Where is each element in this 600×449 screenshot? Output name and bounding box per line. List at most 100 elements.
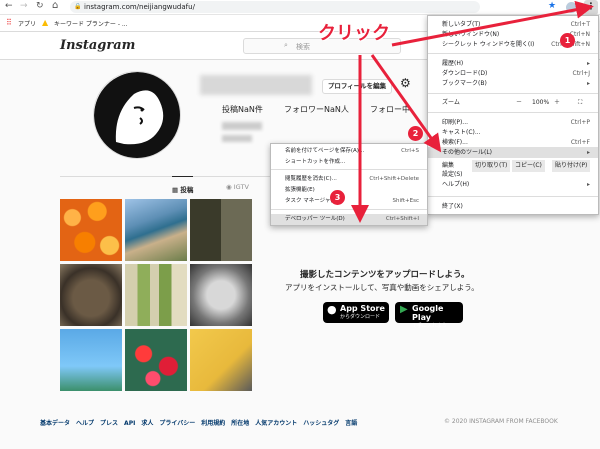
search-icon: ⌕	[284, 41, 288, 49]
menu-item-shortcut: ▸	[586, 181, 590, 188]
footer-link[interactable]: 利用規約	[201, 420, 225, 427]
submenu-item-label: ショートカットを作成...	[285, 159, 346, 165]
settings-gear-icon[interactable]: ⚙	[400, 76, 411, 90]
apps-label[interactable]: アプリ	[18, 19, 36, 28]
tab-igtv[interactable]: ◉ IGTV	[226, 183, 249, 191]
footer-link[interactable]: 所在地	[231, 420, 249, 427]
menu-separator	[428, 196, 598, 197]
forward-icon[interactable]: →	[20, 1, 28, 11]
menu-item-label: 終了(X)	[442, 203, 463, 210]
bookmark-item[interactable]: キーワード プランナー - ...	[54, 19, 128, 28]
footer-link[interactable]: ハッシュタグ	[303, 420, 339, 427]
apple-icon: ●	[327, 303, 337, 316]
submenu-item-label: デベロッパー ツール(D)	[285, 216, 345, 222]
zoom-minus-button[interactable]: －	[516, 97, 522, 109]
chrome-menu-item[interactable]: その他のツール(L) ▸	[428, 147, 598, 158]
menu-item-label: シークレット ウィンドウを開く(I)	[442, 41, 535, 48]
fullscreen-icon[interactable]: ⛶	[578, 97, 582, 109]
footer-link[interactable]: 求人	[141, 420, 153, 427]
upload-title: 撮影したコンテンツをアップロードしよう。	[300, 270, 470, 280]
photo-grid	[60, 199, 252, 391]
chrome-menu-item[interactable]: ブックマーク(B) ▸	[428, 78, 598, 89]
photo-baby[interactable]	[190, 264, 252, 326]
menu-separator	[271, 169, 427, 170]
edit-profile-button[interactable]: プロフィールを編集	[322, 79, 392, 94]
click-annotation: クリック	[318, 23, 390, 44]
zoom-value: 100%	[532, 99, 550, 106]
menu-item-shortcut: ▸	[586, 80, 590, 87]
star-icon[interactable]: ★	[548, 1, 556, 11]
footer-link[interactable]: 基本データ	[40, 420, 70, 427]
apps-icon[interactable]: ⠿	[6, 18, 12, 27]
appstore-sub: からダウンロード	[340, 314, 381, 320]
submenu-item-label: 拡張機能(E)	[285, 187, 315, 193]
chrome-menu-item[interactable]: 終了(X)	[428, 201, 598, 212]
menu-item-label: 設定(S)	[442, 171, 463, 178]
profile-avatar[interactable]	[566, 2, 577, 13]
photo-booth[interactable]	[190, 199, 252, 261]
ig-logo[interactable]: Instagram	[60, 38, 135, 53]
submenu-item-label: 閲覧履歴を消去(C)...	[285, 176, 337, 182]
photo-cactus[interactable]	[125, 264, 187, 326]
google-play-button[interactable]: ▶ Google Play で手に入れよう	[395, 302, 463, 329]
submenu-item[interactable]: 名前を付けてページを保存(A)... Ctrl+S	[271, 146, 427, 157]
gplay-sub: で手に入れよう	[412, 323, 448, 329]
submenu-item-shortcut: Shift+Esc	[392, 198, 419, 204]
search-placeholder: 検索	[296, 43, 310, 51]
profile-picture[interactable]	[93, 71, 181, 159]
footer-link[interactable]: プライバシー	[159, 420, 195, 427]
back-icon[interactable]: ←	[5, 1, 13, 11]
tab-posts-label: 投稿	[180, 186, 194, 194]
submenu-item[interactable]: 閲覧履歴を消去(C)... Ctrl+Shift+Delete	[271, 174, 427, 185]
address-bar[interactable]: 🔒 instagram.com/neijiangwudafu/	[70, 1, 480, 13]
zoom-plus-button[interactable]: ＋	[554, 97, 560, 109]
menu-separator	[428, 93, 598, 94]
menu-item-label: ブックマーク(B)	[442, 80, 487, 87]
chrome-menu-icon[interactable]: ⋮	[584, 0, 598, 15]
photo-oranges[interactable]	[60, 199, 122, 261]
badge-3: 3	[330, 190, 345, 205]
url-text: instagram.com/neijiangwudafu/	[84, 3, 195, 11]
more-tools-submenu: 名前を付けてページを保存(A)... Ctrl+S ショートカットを作成... 閲覧履…	[270, 143, 428, 226]
submenu-item-shortcut: Ctrl+Shift+Delete	[369, 176, 419, 182]
footer-link[interactable]: 言語	[345, 420, 357, 427]
appstore-label: App Store	[340, 304, 385, 313]
reload-icon[interactable]: ↻	[36, 1, 44, 11]
posts-count: 投稿NaN件	[222, 105, 263, 114]
menu-item-label: 検索(F)...	[442, 139, 468, 146]
photo-flowers[interactable]	[125, 329, 187, 391]
badge-1: 1	[560, 33, 575, 48]
upload-subtitle: アプリをインストールして、写真や動画をシェアしよう。	[285, 283, 479, 292]
username-blurred	[200, 75, 312, 95]
bio-blurred	[222, 122, 262, 130]
submenu-item[interactable]: ショートカットを作成...	[271, 157, 427, 168]
home-icon[interactable]: ⌂	[52, 0, 58, 11]
tab-igtv-label: IGTV	[233, 183, 249, 191]
footer-link[interactable]: プレス	[100, 420, 118, 427]
followers-count[interactable]: フォロワーNaN人	[284, 104, 349, 115]
zoom-label: ズーム	[442, 99, 460, 106]
submenu-item-shortcut: Ctrl+S	[401, 148, 419, 154]
menu-item-label: キャスト(C)...	[442, 129, 481, 136]
submenu-item[interactable]: デベロッパー ツール(D) Ctrl+Shift+I	[271, 214, 427, 225]
menu-item-label: その他のツール(L)	[442, 149, 493, 156]
photo-yellow[interactable]	[190, 329, 252, 391]
footer-link[interactable]: API	[124, 420, 135, 427]
menu-separator	[271, 209, 427, 210]
photo-cat[interactable]	[60, 264, 122, 326]
submenu-item-label: 名前を付けてページを保存(A)...	[285, 148, 365, 154]
submenu-item[interactable]: タスク マネージャ(T) Shift+Esc	[271, 196, 427, 207]
photo-ferris[interactable]	[60, 329, 122, 391]
app-store-button[interactable]: ● App Store からダウンロード	[323, 302, 389, 323]
tab-posts[interactable]: ▦ 投稿	[172, 176, 194, 194]
submenu-item-shortcut: Ctrl+Shift+I	[385, 216, 419, 222]
play-icon: ▶	[400, 304, 408, 315]
footer-link[interactable]: 人気アカウント	[255, 420, 297, 427]
submenu-item[interactable]: 拡張機能(E)	[271, 185, 427, 196]
photo-coast[interactable]	[125, 199, 187, 261]
following-count[interactable]: フォロー中	[370, 104, 410, 115]
footer-link[interactable]: ヘルプ	[76, 420, 94, 427]
menu-item-label: 新しいウィンドウ(N)	[442, 31, 500, 38]
menu-item-label: 印刷(P)...	[442, 119, 469, 126]
chrome-menu-item[interactable]: ヘルプ(H) ▸	[428, 179, 598, 190]
